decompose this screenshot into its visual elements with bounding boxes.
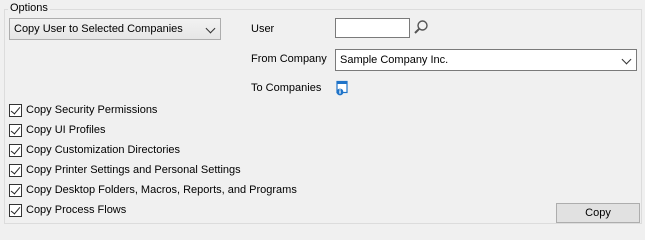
checkbox-copy-desktop-folders[interactable]: Copy Desktop Folders, Macros, Reports, a… bbox=[9, 182, 297, 198]
checkbox-box[interactable] bbox=[9, 203, 22, 217]
checkbox-label: Copy UI Profiles bbox=[26, 124, 106, 136]
checkbox-copy-security-permissions[interactable]: Copy Security Permissions bbox=[9, 102, 157, 118]
to-companies-label: To Companies bbox=[251, 82, 322, 94]
checkbox-copy-printer-settings[interactable]: Copy Printer Settings and Personal Setti… bbox=[9, 162, 241, 178]
mode-select[interactable]: Copy User to Selected Companies bbox=[9, 18, 221, 40]
checkbox-label: Copy Customization Directories bbox=[26, 144, 181, 156]
mode-select-value: Copy User to Selected Companies bbox=[14, 23, 183, 35]
checkbox-copy-process-flows[interactable]: Copy Process Flows bbox=[9, 202, 126, 218]
chevron-down-icon bbox=[621, 54, 632, 65]
checkbox-label: Copy Security Permissions bbox=[26, 104, 158, 116]
from-company-select[interactable]: Sample Company Inc. bbox=[335, 49, 637, 71]
search-icon[interactable] bbox=[413, 19, 429, 35]
options-group-title: Options bbox=[8, 1, 50, 15]
user-input[interactable] bbox=[335, 18, 410, 38]
checkbox-label: Copy Process Flows bbox=[26, 204, 127, 216]
copy-button[interactable]: Copy bbox=[556, 203, 640, 223]
checkbox-copy-ui-profiles[interactable]: Copy UI Profiles bbox=[9, 122, 105, 138]
checkbox-box[interactable] bbox=[9, 183, 22, 197]
checkbox-label: Copy Printer Settings and Personal Setti… bbox=[26, 164, 241, 176]
checkbox-box[interactable] bbox=[9, 103, 22, 117]
from-company-label: From Company bbox=[251, 53, 327, 65]
checkbox-box[interactable] bbox=[9, 123, 22, 137]
checkbox-label: Copy Desktop Folders, Macros, Reports, a… bbox=[26, 184, 297, 196]
checkbox-copy-customization-directories[interactable]: Copy Customization Directories bbox=[9, 142, 180, 158]
from-company-value: Sample Company Inc. bbox=[340, 54, 449, 66]
user-label: User bbox=[251, 23, 275, 35]
checkbox-box[interactable] bbox=[9, 143, 22, 157]
chevron-down-icon bbox=[205, 23, 216, 34]
checkbox-box[interactable] bbox=[9, 163, 22, 177]
companies-list-icon[interactable] bbox=[335, 80, 351, 96]
